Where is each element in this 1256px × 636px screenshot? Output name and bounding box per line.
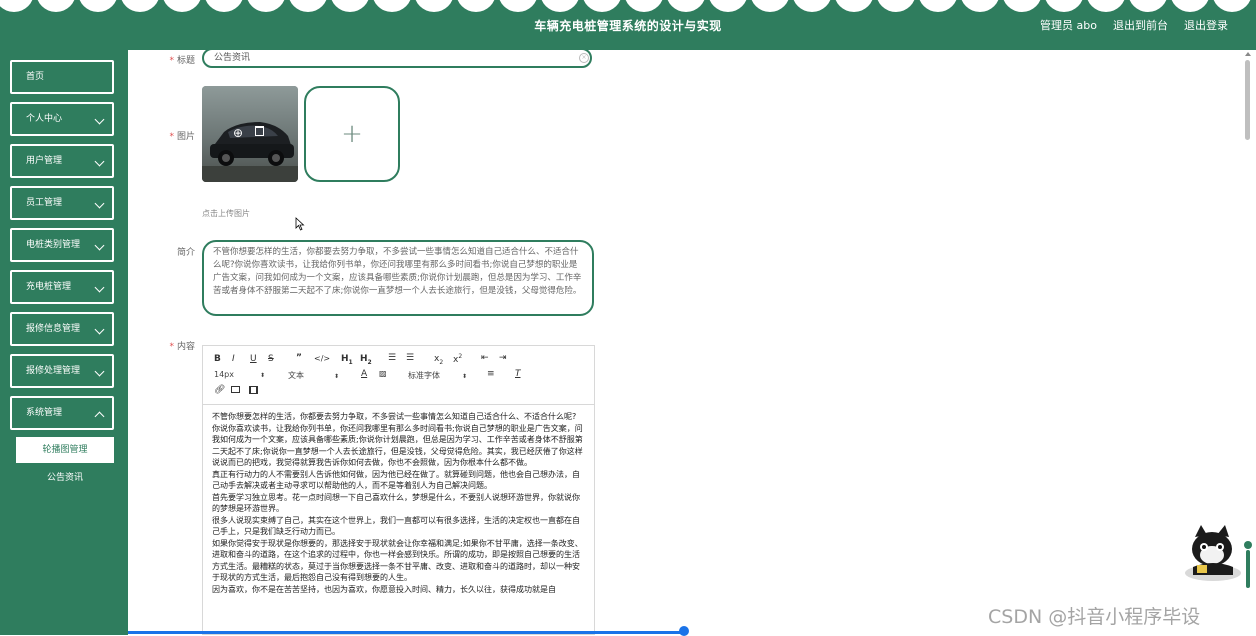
align-icon[interactable]: ≡	[487, 369, 495, 379]
indent-icon[interactable]: ⇥	[499, 353, 507, 363]
strikethrough-icon[interactable]: S	[268, 354, 274, 364]
zoom-in-icon[interactable]: ⊕	[233, 126, 243, 140]
font-color-icon[interactable]: A	[361, 369, 367, 379]
sidebar-item-label: 报修处理管理	[26, 366, 81, 376]
image-icon[interactable]	[231, 386, 240, 393]
image-upload-box[interactable]: +	[304, 86, 400, 182]
top-header: 车辆充电桩管理系统的设计与实现 管理员 abo 退出到前台 退出登录	[0, 0, 1256, 50]
superscript-icon[interactable]: x2	[453, 353, 462, 365]
chevron-up-icon	[94, 411, 105, 422]
title-label: * 标题	[169, 56, 195, 66]
chevron-down-icon	[94, 324, 105, 335]
trash-icon[interactable]	[255, 126, 264, 136]
upload-hint: 点击上传图片	[202, 209, 250, 218]
link-icon[interactable]: 🔗︎	[214, 385, 225, 395]
font-size-select[interactable]: 14px ⬍	[214, 370, 265, 379]
sidebar-item-label: 首页	[26, 72, 45, 82]
heading1-icon[interactable]: H1	[341, 354, 353, 366]
chevron-down-icon	[94, 198, 105, 209]
cat-mascot-icon[interactable]	[1183, 523, 1245, 583]
font-family-select[interactable]: 标准字体 ⬍	[408, 370, 467, 381]
heading2-icon[interactable]: H2	[360, 354, 372, 366]
rich-text-editor[interactable]: B I U S ” </> H1 H2 ☰ ☰ x2 x2 ⇤ ⇥ 14px ⬍ …	[202, 345, 595, 635]
outdent-icon[interactable]: ⇤	[481, 353, 489, 363]
underline-icon[interactable]: U	[250, 354, 257, 364]
code-icon[interactable]: </>	[314, 354, 330, 363]
sidebar-subitem-carousel[interactable]: 轮播图管理	[16, 437, 114, 463]
content-paragraph: 如果你觉得安于现状是你想要的，那选择安于现状就会让你幸福和满足;如果你不甘平庸，…	[212, 538, 583, 583]
scrollbar-thumb[interactable]	[1245, 60, 1250, 140]
subscript-icon[interactable]: x2	[434, 354, 443, 366]
mouse-cursor-icon	[295, 217, 305, 231]
sidebar: 首页 个人中心 用户管理 员工管理 电桩类别管理 充电桩管理 报修信息管理 报修…	[0, 50, 128, 635]
italic-icon[interactable]: I	[232, 354, 235, 364]
sidebar-item-label: 充电桩管理	[26, 282, 72, 292]
sidebar-item-repair-handling[interactable]: 报修处理管理	[10, 354, 114, 388]
blockquote-icon[interactable]: ”	[296, 353, 302, 363]
sidebar-item-personal-center[interactable]: 个人中心	[10, 102, 114, 136]
plus-icon: +	[341, 119, 363, 149]
sidebar-item-label: 员工管理	[26, 198, 63, 208]
sidebar-item-pile-category[interactable]: 电桩类别管理	[10, 228, 114, 262]
loading-progress-bar	[128, 631, 688, 634]
bold-icon[interactable]: B	[214, 354, 221, 364]
content-paragraph: 因为喜欢，你不是在苦苦坚持，也因为喜欢，你愿意投入时间、精力，长久以往，获得成功…	[212, 584, 556, 594]
editor-toolbar: B I U S ” </> H1 H2 ☰ ☰ x2 x2 ⇤ ⇥ 14px ⬍ …	[203, 346, 594, 405]
content-paragraph: 很多人说现实束缚了自己，其实在这个世界上，我们一直都可以有很多选择，生活的决定权…	[212, 515, 580, 537]
scalloped-border	[0, 0, 1251, 12]
car-photo	[202, 86, 298, 182]
bullet-list-icon[interactable]: ☰	[406, 353, 414, 363]
sidebar-item-repair-info[interactable]: 报修信息管理	[10, 312, 114, 346]
logout-link[interactable]: 退出登录	[1184, 17, 1228, 33]
text-type-select[interactable]: 文本 ⬍	[288, 370, 339, 381]
uploaded-car-image[interactable]: ⊕	[202, 86, 298, 182]
editor-content[interactable]: 不管你想要怎样的生活，你都要去努力争取，不多尝试一些事情怎么知道自己适合什么、不…	[212, 411, 584, 595]
sidebar-subitem-announcements[interactable]: 公告资讯	[16, 465, 114, 491]
intro-textarea[interactable]: 不管你想要怎样的生活，你都要去努力争取，不多尝试一些事情怎么知道自己适合什么、不…	[202, 240, 594, 316]
sidebar-item-label: 个人中心	[26, 114, 63, 124]
side-handle-icon[interactable]	[1241, 540, 1255, 590]
sidebar-item-label: 用户管理	[26, 156, 63, 166]
sidebar-item-user-management[interactable]: 用户管理	[10, 144, 114, 178]
content-label: * 内容	[169, 342, 195, 352]
sidebar-item-system-management[interactable]: 系统管理	[10, 396, 114, 430]
sidebar-item-label: 系统管理	[26, 408, 63, 418]
chevron-down-icon	[94, 156, 105, 167]
content-paragraph: 你说你喜欢读书，让我给你列书单，你还问我哪里有那么多时间看书;你说自己梦想的职业…	[212, 423, 583, 468]
image-label: * 图片	[169, 132, 195, 142]
ordered-list-icon[interactable]: ☰	[388, 353, 396, 363]
sidebar-item-label: 电桩类别管理	[26, 240, 81, 250]
watermark-text: CSDN @抖音小程序毕设	[988, 606, 1201, 628]
chevron-down-icon	[94, 240, 105, 251]
title-input[interactable]: 公告资讯	[202, 48, 592, 68]
clear-format-icon[interactable]: T	[515, 369, 521, 379]
sidebar-item-charging-pile[interactable]: 充电桩管理	[10, 270, 114, 304]
content-paragraph: 首先要学习独立思考。花一点时间想一下自己喜欢什么，梦想是什么，不要别人说想环游世…	[212, 492, 580, 514]
clear-icon[interactable]: ×	[579, 53, 589, 63]
admin-user-label: 管理员 abo	[1040, 19, 1097, 32]
chevron-down-icon	[94, 282, 105, 293]
content-paragraph: 不管你想要怎样的生活，你都要去努力争取，不多尝试一些事情怎么知道自己适合什么、不…	[212, 412, 577, 421]
sidebar-item-label: 报修信息管理	[26, 324, 81, 334]
content-paragraph: 真正有行动力的人不需要别人告诉他如何做，因为他已经在做了。就算碰到问题，他也会自…	[212, 469, 580, 491]
video-icon[interactable]	[249, 386, 258, 394]
intro-label: 简介	[176, 248, 195, 258]
sidebar-item-staff-management[interactable]: 员工管理	[10, 186, 114, 220]
chevron-down-icon	[94, 114, 105, 125]
sidebar-item-home[interactable]: 首页	[10, 60, 114, 94]
exit-to-front-link[interactable]: 退出到前台	[1113, 17, 1168, 33]
background-color-icon[interactable]: ▨	[379, 369, 387, 378]
chevron-down-icon	[94, 366, 105, 377]
scroll-up-arrow-icon[interactable]	[1245, 52, 1251, 56]
